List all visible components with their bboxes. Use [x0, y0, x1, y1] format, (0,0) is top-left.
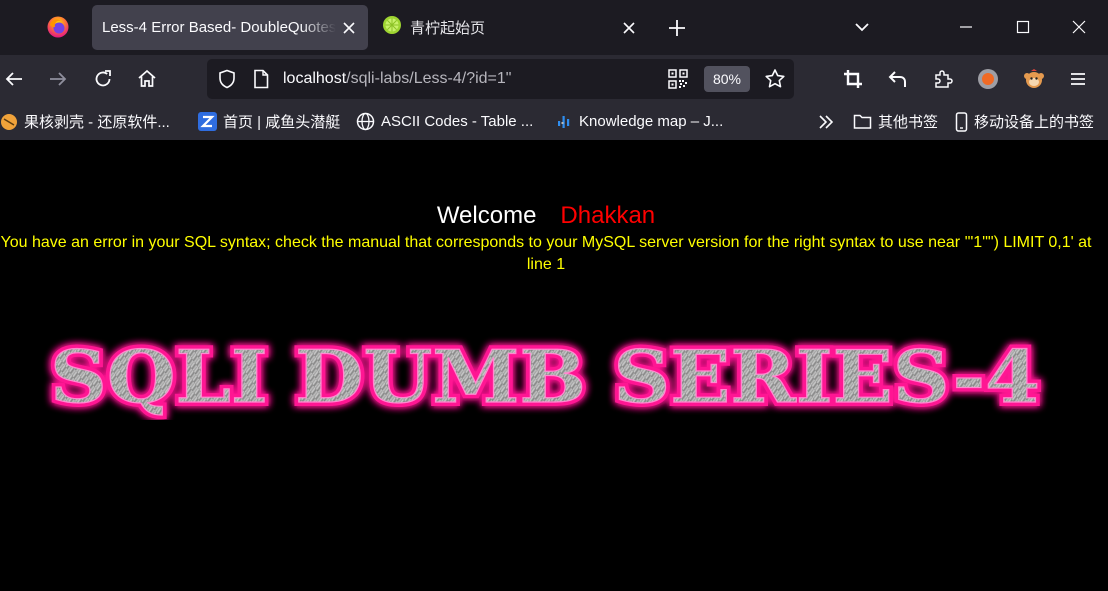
bookmarks-toolbar: 果核剥壳 - 还原软件... 首页 | 咸鱼头潜艇 ASCII Codes - …	[0, 103, 1108, 140]
maximize-window-icon[interactable]	[1008, 12, 1038, 42]
tab-active[interactable]: Less-4 Error Based- DoubleQuotes- String	[92, 5, 368, 50]
tab-title: 青柠起始页	[410, 20, 486, 37]
minimize-window-icon[interactable]	[951, 12, 981, 42]
navigation-toolbar: localhost/sqli-labs/Less-4/?id=1" 80%	[0, 55, 1108, 103]
crop-screenshot-icon[interactable]	[839, 65, 867, 93]
close-tab-icon[interactable]	[616, 15, 642, 41]
bookmark-star-icon[interactable]	[764, 68, 786, 95]
url-path: /sqli-labs/Less-4/?id=1"	[346, 70, 512, 87]
hamburger-menu-icon[interactable]	[1064, 65, 1092, 93]
bookmark-label: Knowledge map – J...	[579, 113, 724, 130]
extension-orange-dot-icon[interactable]	[974, 65, 1002, 93]
tab-strip: Less-4 Error Based- DoubleQuotes- String…	[0, 0, 1108, 55]
banner-text: SQLI DUMB SERIES-4	[50, 334, 1040, 419]
mobile-bookmarks-label: 移动设备上的书签	[974, 114, 1095, 131]
orange-favicon-icon	[1, 113, 17, 130]
home-icon[interactable]	[133, 65, 161, 93]
url-bar[interactable]: localhost/sqli-labs/Less-4/?id=1" 80%	[207, 59, 794, 99]
back-arrow-icon[interactable]	[0, 65, 28, 93]
bookmark-label: 果核剥壳 - 还原软件...	[24, 114, 170, 131]
sqli-dumb-series-banner: SQLI DUMB SERIES-4 SQLI DUMB SERIES-4	[46, 330, 1044, 420]
bookmarks-overflow-chevron-icon[interactable]	[817, 103, 841, 140]
new-tab-plus-icon[interactable]	[664, 15, 690, 41]
bookmark-label: ASCII Codes - Table ...	[381, 113, 534, 130]
bookmark-item[interactable]: ASCII Codes - Table ...	[356, 103, 533, 140]
other-bookmarks-label: 其他书签	[878, 114, 939, 131]
firefox-logo-icon[interactable]	[46, 15, 70, 39]
knowledge-map-favicon-icon	[558, 115, 570, 128]
bookmark-item[interactable]: 首页 | 咸鱼头潜艇	[198, 103, 340, 140]
lime-favicon-icon	[382, 15, 402, 40]
bookmark-item[interactable]: 果核剥壳 - 还原软件...	[0, 103, 170, 140]
bookmark-item[interactable]: Knowledge map – J...	[555, 103, 723, 140]
close-tab-icon[interactable]	[336, 15, 362, 41]
welcome-text: Welcome	[436, 202, 537, 229]
url-text[interactable]: localhost/sqli-labs/Less-4/?id=1"	[283, 59, 511, 99]
welcome-line: Welcome Dhakkan	[0, 202, 1092, 230]
extensions-puzzle-icon[interactable]	[929, 65, 957, 93]
zoom-level-badge[interactable]: 80%	[704, 66, 750, 92]
url-host: localhost	[283, 70, 347, 87]
globe-icon	[356, 112, 375, 131]
tab-title: Less-4 Error Based- DoubleQuotes- String	[102, 19, 336, 36]
page-content: Welcome Dhakkan You have an error in your…	[0, 140, 1108, 591]
user-name: Dhakkan	[560, 202, 656, 229]
reload-icon[interactable]	[89, 65, 117, 93]
extension-tamper-monkey-icon[interactable]	[1020, 65, 1048, 93]
mobile-bookmarks-folder[interactable]: 移动设备上的书签	[955, 103, 1094, 140]
mobile-device-icon	[955, 111, 968, 132]
close-window-icon[interactable]	[1064, 12, 1094, 42]
other-bookmarks-folder[interactable]: 其他书签	[853, 103, 938, 140]
qr-code-icon[interactable]	[668, 69, 688, 94]
z-favicon-icon	[198, 112, 217, 131]
shield-icon[interactable]	[217, 69, 237, 94]
sql-error-message: You have an error in your SQL syntax; ch…	[0, 234, 1092, 273]
list-all-tabs-chevron-down-icon[interactable]	[850, 15, 874, 39]
folder-icon	[853, 114, 872, 129]
forward-arrow-icon[interactable]	[44, 65, 72, 93]
page-info-icon[interactable]	[252, 69, 270, 94]
tab-inactive[interactable]: 青柠起始页	[372, 5, 648, 50]
undo-arrow-icon[interactable]	[884, 65, 912, 93]
bookmark-label: 首页 | 咸鱼头潜艇	[223, 114, 341, 131]
